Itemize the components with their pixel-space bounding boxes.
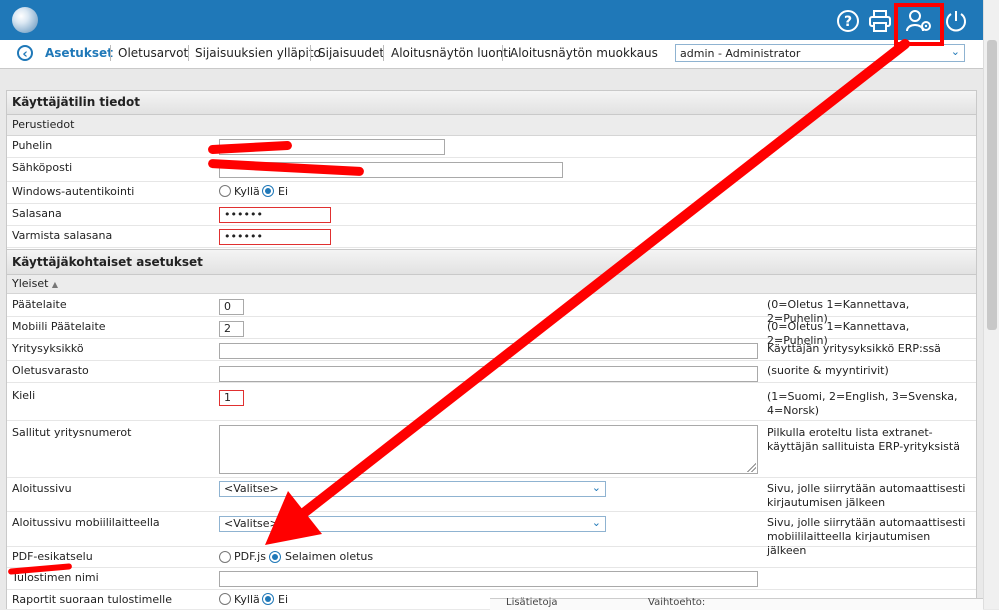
- print-icon[interactable]: [868, 9, 892, 33]
- chevron-down-icon: ⌄: [950, 45, 960, 58]
- nav-separator: [188, 45, 189, 61]
- back-arrow-icon[interactable]: ‹: [17, 45, 33, 62]
- nav-item-aloitusnayton-muokkaus[interactable]: Aloitusnäytön muokkaus: [510, 46, 658, 60]
- windows-auth-label: Windows-autentikointi: [12, 185, 135, 198]
- bottom-right-label: Vaihtoehto:: [648, 597, 706, 608]
- row-unit: Yritysyksikkö Käyttäjän yritysyksikkö ER…: [7, 339, 976, 361]
- email-label: Sähköposti: [12, 161, 73, 174]
- direct-print-yes-radio[interactable]: [219, 593, 231, 605]
- windows-auth-yes-label: Kyllä: [234, 185, 260, 198]
- warehouse-field[interactable]: [219, 366, 758, 382]
- device-field[interactable]: 0: [219, 299, 244, 315]
- companies-label: Sallitut yritysnumerot: [12, 426, 132, 439]
- annotation-highlight-box: [894, 3, 944, 46]
- start-page-mobile-label: Aloitussivu mobiililaitteella: [12, 516, 160, 529]
- power-icon[interactable]: [944, 9, 968, 33]
- start-page-mobile-value: <Valitse>: [224, 517, 279, 530]
- nav-item-aloitusnayton-luonti[interactable]: Aloitusnäytön luonti: [391, 46, 511, 60]
- pdf-preview-browser-label: Selaimen oletus: [285, 550, 374, 563]
- start-page-hint: Sivu, jolle siirrytään automaattisesti k…: [767, 482, 966, 509]
- windows-auth-no-radio[interactable]: [262, 185, 274, 197]
- nav-item-sijaisuudet[interactable]: Sijaisuudet: [318, 46, 384, 60]
- unit-hint: Käyttäjän yritysyksikkö ERP:ssä: [767, 342, 941, 355]
- printer-name-field[interactable]: [219, 571, 758, 587]
- mobile-device-field[interactable]: 2: [219, 321, 244, 337]
- nav-item-asetukset[interactable]: Asetukset: [45, 46, 113, 60]
- subsection-general[interactable]: Yleiset ▲: [7, 275, 976, 294]
- windows-auth-no-label: Ei: [278, 185, 289, 198]
- user-select[interactable]: admin - Administrator ⌄: [675, 44, 965, 62]
- language-hint: (1=Suomi, 2=English, 3=Svenska, 4=Norsk): [767, 390, 958, 417]
- nav-separator: [383, 45, 384, 61]
- help-icon[interactable]: ?: [836, 9, 860, 33]
- start-page-select[interactable]: <Valitse> ⌄: [219, 481, 606, 497]
- row-password: Salasana ••••••: [7, 204, 976, 226]
- general-label: Yleiset: [12, 277, 49, 290]
- nav-separator: [110, 45, 111, 61]
- pdf-preview-label: PDF-esikatselu: [12, 550, 93, 563]
- row-email: Sähköposti: [7, 158, 976, 182]
- subsection-basic: Perustiedot: [7, 115, 976, 136]
- row-companies: Sallitut yritysnumerot Pilkulla eroteltu…: [7, 421, 976, 478]
- mobile-device-label: Mobiili Päätelaite: [12, 320, 106, 333]
- language-label: Kieli: [12, 389, 36, 402]
- bottom-left-label: Lisätietoja: [506, 597, 558, 608]
- collapse-arrow-icon[interactable]: ▲: [52, 280, 58, 289]
- direct-print-yes-label: Kyllä: [234, 593, 260, 606]
- password-field[interactable]: ••••••: [219, 207, 331, 223]
- row-printer-name: Tulostimen nimi: [7, 568, 976, 590]
- row-warehouse: Oletusvarasto (suorite & myyntirivit): [7, 361, 976, 383]
- nav-item-oletusarvot[interactable]: Oletusarvot: [118, 46, 188, 60]
- row-pdf-preview: PDF-esikatselu PDF.js Selaimen oletus: [7, 547, 976, 568]
- row-language: Kieli 1 (1=Suomi, 2=English, 3=Svenska, …: [7, 383, 976, 421]
- confirm-password-field[interactable]: ••••••: [219, 229, 331, 245]
- row-windows-auth: Windows-autentikointi Kyllä Ei: [7, 182, 976, 204]
- bottom-panel-peek: Lisätietoja Vaihtoehto:: [490, 597, 983, 610]
- nav-separator: [310, 45, 311, 61]
- section-header-user-settings: Käyttäjäkohtaiset asetukset: [7, 249, 976, 275]
- confirm-password-label: Varmista salasana: [12, 229, 113, 242]
- svg-text:?: ?: [844, 14, 852, 30]
- companies-hint: Pilkulla eroteltu lista extranet-käyttäj…: [767, 426, 960, 453]
- device-label: Päätelaite: [12, 298, 67, 311]
- start-page-value: <Valitse>: [224, 482, 279, 495]
- nav-item-sijaisuuksien-yllapito[interactable]: Sijaisuuksien ylläpito: [195, 46, 321, 60]
- unit-field[interactable]: [219, 343, 758, 359]
- page-scrollbar[interactable]: [983, 0, 999, 609]
- warehouse-hint: (suorite & myyntirivit): [767, 364, 889, 377]
- nav-bar: ‹ Asetukset Oletusarvot Sijaisuuksien yl…: [0, 40, 983, 69]
- phone-label: Puhelin: [12, 139, 53, 152]
- start-page-mobile-select[interactable]: <Valitse> ⌄: [219, 516, 606, 532]
- pdf-preview-browser-radio[interactable]: [269, 551, 281, 563]
- direct-print-label: Raportit suoraan tulostimelle: [12, 593, 172, 606]
- direct-print-no-radio[interactable]: [262, 593, 274, 605]
- direct-print-no-label: Ei: [278, 593, 289, 606]
- warehouse-label: Oletusvarasto: [12, 364, 89, 377]
- section-header-account: Käyttäjätilin tiedot: [7, 90, 976, 115]
- top-bar: ?: [0, 0, 983, 40]
- user-select-value: admin - Administrator: [680, 47, 801, 60]
- pdf-preview-pdfjs-radio[interactable]: [219, 551, 231, 563]
- resize-handle-icon[interactable]: [746, 462, 756, 472]
- password-label: Salasana: [12, 207, 62, 220]
- row-phone: Puhelin: [7, 136, 976, 158]
- windows-auth-yes-radio[interactable]: [219, 185, 231, 197]
- pdf-preview-pdfjs-label: PDF.js: [234, 550, 266, 563]
- row-device: Päätelaite 0 (0=Oletus 1=Kannettava, 2=P…: [7, 295, 976, 325]
- chevron-down-icon: ⌄: [591, 516, 601, 529]
- row-start-page: Aloitussivu <Valitse> ⌄ Sivu, jolle siir…: [7, 478, 976, 512]
- unit-label: Yritysyksikkö: [12, 342, 84, 355]
- content-panel: Käyttäjätilin tiedot Perustiedot Puhelin…: [6, 90, 977, 609]
- row-start-page-mobile: Aloitussivu mobiililaitteella <Valitse> …: [7, 512, 976, 557]
- companies-textarea[interactable]: [219, 425, 758, 474]
- row-confirm-password: Varmista salasana ••••••: [7, 226, 976, 248]
- row-mobile-device: Mobiili Päätelaite 2 (0=Oletus 1=Kannett…: [7, 317, 976, 347]
- nav-separator: [502, 45, 503, 61]
- start-page-label: Aloitussivu: [12, 482, 72, 495]
- app-logo[interactable]: [12, 7, 38, 33]
- language-field[interactable]: 1: [219, 390, 244, 406]
- chevron-down-icon: ⌄: [591, 481, 601, 494]
- scroll-thumb[interactable]: [987, 40, 997, 330]
